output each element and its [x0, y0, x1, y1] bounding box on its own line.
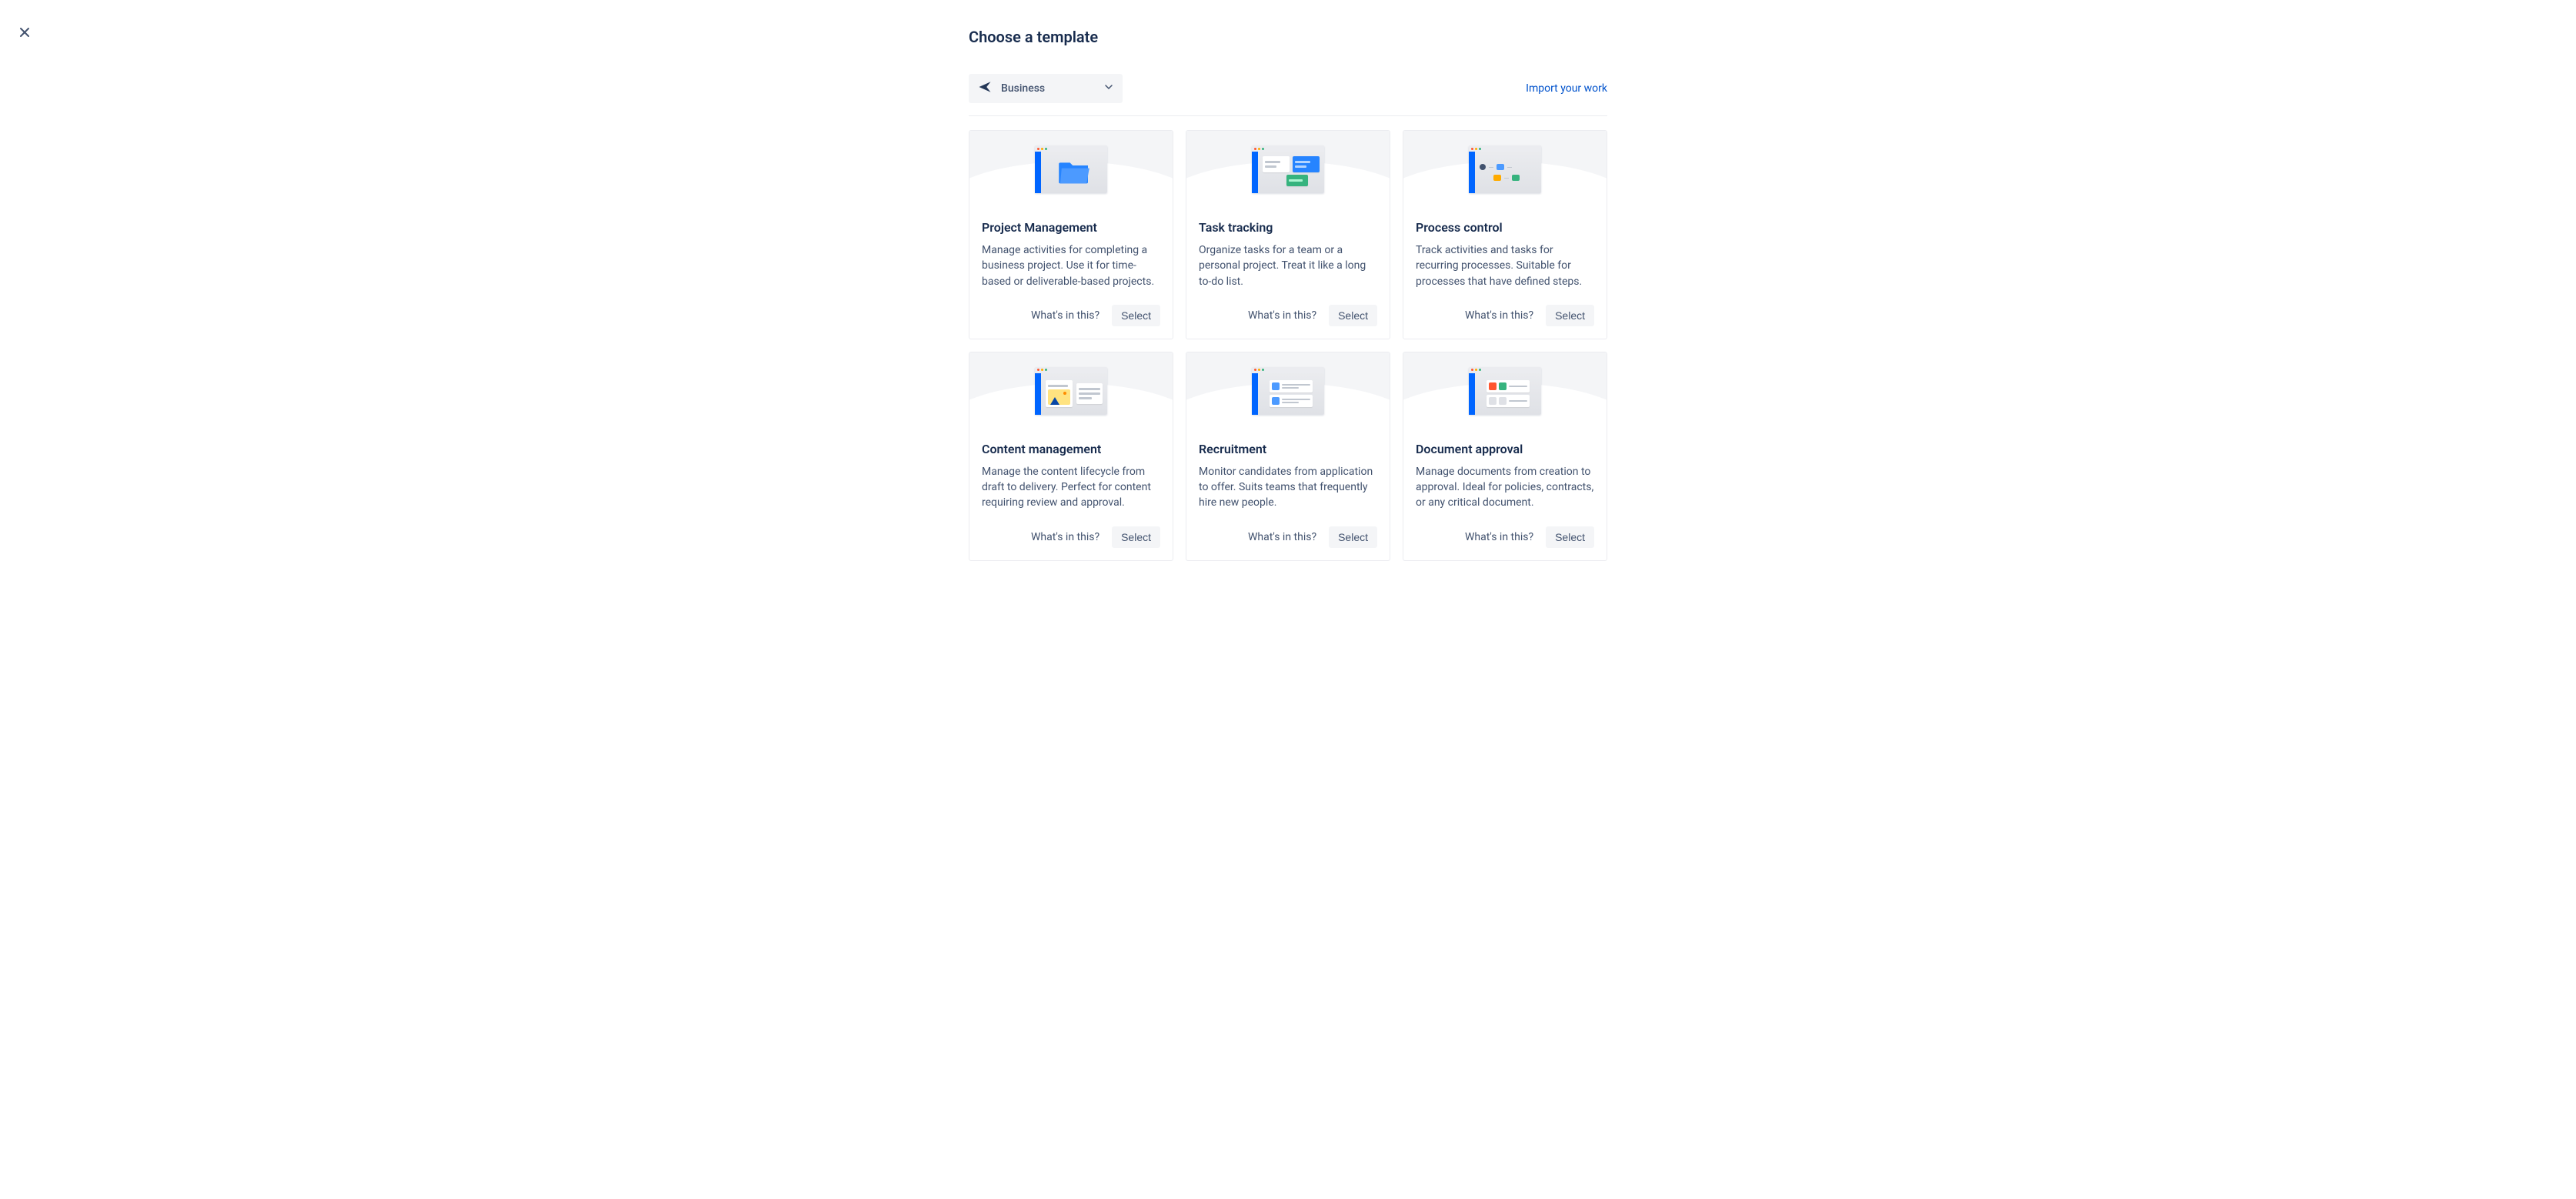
folder-illustration-icon	[1035, 145, 1107, 193]
card-title: Document approval	[1416, 442, 1594, 456]
select-button[interactable]: Select	[1329, 526, 1377, 548]
template-card-task-tracking: Task tracking Organize tasks for a team …	[1186, 130, 1390, 339]
whats-in-this-link[interactable]: What's in this?	[1248, 531, 1316, 543]
card-hero	[969, 131, 1173, 208]
card-hero	[1186, 131, 1390, 208]
template-card-content-management: Content management Manage the content li…	[969, 352, 1173, 561]
workflow-illustration-icon	[1469, 145, 1541, 193]
close-button[interactable]	[15, 23, 34, 42]
whats-in-this-link[interactable]: What's in this?	[1248, 309, 1316, 322]
select-button[interactable]: Select	[1546, 305, 1594, 326]
template-card-document-approval: Document approval Manage documents from …	[1403, 352, 1607, 561]
card-title: Process control	[1416, 220, 1594, 235]
card-description: Manage documents from creation to approv…	[1416, 464, 1594, 511]
card-title: Task tracking	[1199, 220, 1377, 235]
task-board-illustration-icon	[1252, 145, 1324, 193]
content-illustration-icon	[1035, 367, 1107, 415]
select-button[interactable]: Select	[1112, 305, 1160, 326]
whats-in-this-link[interactable]: What's in this?	[1465, 531, 1533, 543]
card-description: Monitor candidates from application to o…	[1199, 464, 1377, 511]
card-description: Organize tasks for a team or a personal …	[1199, 242, 1377, 289]
template-grid: Project Management Manage activities for…	[969, 130, 1607, 561]
dropdown-label: Business	[1001, 82, 1045, 95]
document-approval-illustration-icon	[1469, 367, 1541, 415]
template-card-process-control: Process control Track activities and tas…	[1403, 130, 1607, 339]
select-button[interactable]: Select	[1112, 526, 1160, 548]
card-hero	[1403, 131, 1607, 208]
card-hero	[1186, 352, 1390, 429]
card-description: Manage the content lifecycle from draft …	[982, 464, 1160, 511]
card-hero	[1403, 352, 1607, 429]
card-hero	[969, 352, 1173, 429]
whats-in-this-link[interactable]: What's in this?	[1031, 531, 1099, 543]
card-title: Recruitment	[1199, 442, 1377, 456]
whats-in-this-link[interactable]: What's in this?	[1465, 309, 1533, 322]
card-title: Content management	[982, 442, 1160, 456]
candidate-list-illustration-icon	[1252, 367, 1324, 415]
select-button[interactable]: Select	[1329, 305, 1377, 326]
category-dropdown[interactable]: Business	[969, 74, 1123, 103]
import-link[interactable]: Import your work	[1526, 82, 1607, 95]
page-title: Choose a template	[969, 28, 1607, 46]
close-icon	[18, 26, 31, 38]
select-button[interactable]: Select	[1546, 526, 1594, 548]
template-card-project-management: Project Management Manage activities for…	[969, 130, 1173, 339]
card-description: Track activities and tasks for recurring…	[1416, 242, 1594, 289]
plane-icon	[978, 80, 992, 97]
chevron-down-icon	[1104, 82, 1113, 95]
card-title: Project Management	[982, 220, 1160, 235]
whats-in-this-link[interactable]: What's in this?	[1031, 309, 1099, 322]
template-card-recruitment: Recruitment Monitor candidates from appl…	[1186, 352, 1390, 561]
card-description: Manage activities for completing a busin…	[982, 242, 1160, 289]
controls-row: Business Import your work	[969, 74, 1607, 116]
